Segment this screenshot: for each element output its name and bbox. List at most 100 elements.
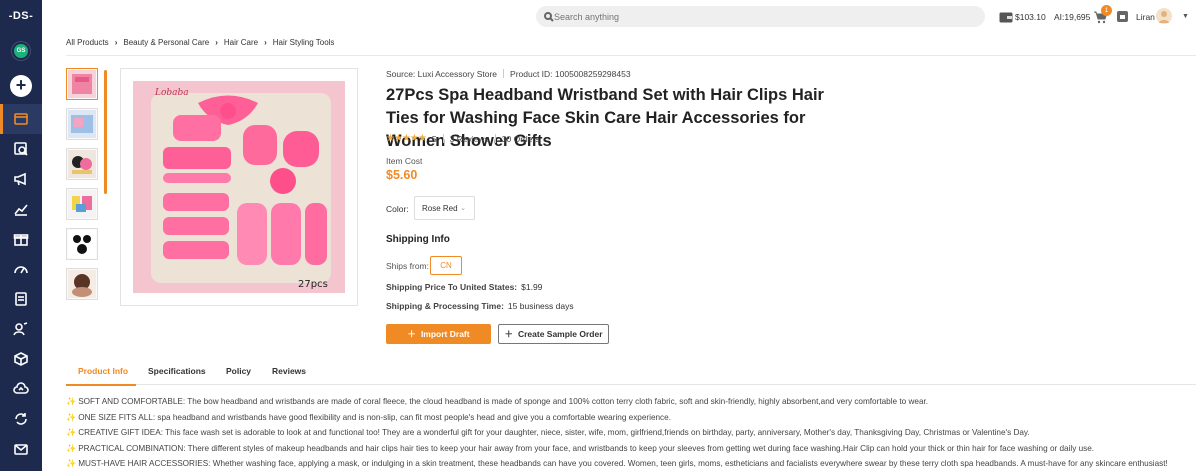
megaphone-icon[interactable] <box>13 171 29 187</box>
description-line: ✨ ONE SIZE FITS ALL: spa headband and wri… <box>66 411 1196 427</box>
color-selected-value: Rose Red <box>422 204 458 213</box>
orders-doc-icon[interactable] <box>13 291 29 307</box>
wallet-balance[interactable]: $103.10 <box>1015 12 1046 22</box>
image-caption: 27pcs <box>298 279 328 290</box>
source-row: Source: Luxi Accessory Store Product ID: … <box>386 69 631 79</box>
import-draft-label: Import Draft <box>420 329 470 339</box>
product-tabs: Product Info Specifications Policy Revie… <box>66 360 1196 386</box>
add-button[interactable]: + <box>10 75 32 97</box>
create-sample-label: Create Sample Order <box>517 329 603 339</box>
chevron-down-icon: ⌄ <box>460 205 466 212</box>
breadcrumb-item[interactable]: Hair Care <box>224 38 258 47</box>
reviews-count[interactable]: 3 Reviews <box>450 134 489 144</box>
breadcrumb-item[interactable]: Beauty & Personal Care <box>123 38 209 47</box>
app-logo[interactable]: -DS- <box>0 10 42 22</box>
box-icon[interactable] <box>13 111 29 127</box>
brand-watermark: Lobaba <box>154 88 189 98</box>
search-icon <box>544 12 554 22</box>
workspace-avatar[interactable]: GS <box>14 44 28 58</box>
source-store-link[interactable]: Source: Luxi Accessory Store <box>386 69 497 79</box>
chevron-right-icon: › <box>264 38 267 47</box>
thumbnail-image[interactable] <box>66 228 98 260</box>
product-main-image[interactable]: Lobaba 27pcs <box>120 68 358 306</box>
gauge-icon[interactable] <box>13 261 29 277</box>
color-select[interactable]: Rose Red ⌄ <box>414 196 475 220</box>
shipping-price-row: Shipping Price To United States: $1.99 <box>386 282 542 292</box>
shipping-price-label: Shipping Price To United States: <box>386 282 518 292</box>
find-products-icon[interactable] <box>13 141 29 157</box>
cart-count-badge: 1 <box>1101 5 1112 16</box>
ai-credits[interactable]: AI:19,695 <box>1054 12 1090 22</box>
people-icon[interactable] <box>13 321 29 337</box>
thumbnail-scrollbar[interactable] <box>104 70 107 194</box>
wallet-icon[interactable] <box>999 11 1013 23</box>
color-label: Color: <box>386 204 409 214</box>
chevron-down-icon[interactable]: ▼ <box>1182 13 1189 20</box>
store-icon[interactable] <box>1116 10 1129 23</box>
item-cost-value: $5.60 <box>386 168 418 182</box>
search-bar[interactable] <box>536 6 985 27</box>
description-line: ✨ MUST-HAVE HAIR ACCESSORIES: Whether was… <box>66 457 1196 473</box>
mail-icon[interactable] <box>13 441 29 457</box>
import-draft-button[interactable]: ＋ Import Draft <box>386 324 491 344</box>
shipping-time-row: Shipping & Processing Time: 15 business d… <box>386 301 574 311</box>
shipping-time-value: 15 business days <box>507 301 574 311</box>
sparkle-icon: ✨ <box>66 443 77 453</box>
ships-from-option[interactable]: CN <box>430 256 462 275</box>
user-avatar[interactable] <box>1156 8 1172 24</box>
description-text: MUST-HAVE HAIR ACCESSORIES: Whether wash… <box>78 459 1168 468</box>
product-photo: Lobaba 27pcs <box>133 81 345 293</box>
chevron-right-icon: › <box>215 38 218 47</box>
description-text: ONE SIZE FITS ALL: spa headband and wris… <box>78 412 671 422</box>
chevron-right-icon: › <box>114 38 118 47</box>
description-line: ✨ SOFT AND COMFORTABLE: The bow headband … <box>66 395 1196 411</box>
tab-specifications[interactable]: Specifications <box>148 366 206 376</box>
sync-icon[interactable] <box>13 411 29 427</box>
sparkle-icon: ✨ <box>66 397 77 406</box>
search-input[interactable] <box>554 7 974 26</box>
description-line: ✨ PRACTICAL COMBINATION: There different … <box>66 442 1196 458</box>
description-text: SOFT AND COMFORTABLE: The bow headband a… <box>78 397 929 406</box>
divider <box>494 134 496 143</box>
product-description: ✨ SOFT AND COMFORTABLE: The bow headband … <box>66 395 1196 473</box>
item-cost-label: Item Cost <box>386 156 423 166</box>
divider <box>66 55 1196 56</box>
sparkle-icon: ✨ <box>66 412 77 422</box>
orders-count: 30 Orders <box>501 133 540 144</box>
sparkle-icon: ✨ <box>66 459 77 468</box>
active-tab-underline <box>66 384 136 386</box>
shipping-info-title: Shipping Info <box>386 234 450 245</box>
sparkle-icon: ✨ <box>66 428 77 437</box>
rating-value: 5 <box>431 133 437 144</box>
tab-reviews[interactable]: Reviews <box>272 366 306 376</box>
plus-icon: ＋ <box>407 329 416 339</box>
thumbnail-image[interactable] <box>66 108 98 140</box>
package-icon[interactable] <box>13 351 29 367</box>
gift-icon[interactable] <box>13 231 29 247</box>
tab-policy[interactable]: Policy <box>226 366 251 376</box>
tab-product-info[interactable]: Product Info <box>78 366 128 376</box>
description-line: ✨ CREATIVE GIFT IDEA: This face wash set … <box>66 426 1196 442</box>
description-text: CREATIVE GIFT IDEA: This face wash set i… <box>78 428 1030 437</box>
divider <box>503 69 505 78</box>
cloud-upload-icon[interactable] <box>13 381 29 397</box>
rating-row: ★★★★★ 5 3 Reviews 30 Orders <box>386 133 540 144</box>
product-id: Product ID: 1005008259298453 <box>510 69 631 79</box>
create-sample-order-button[interactable]: ＋ Create Sample Order <box>498 324 609 344</box>
description-text: PRACTICAL COMBINATION: There different s… <box>78 443 1095 453</box>
top-bar: $103.10 AI:19,695 1 Liran ▼ <box>42 0 1200 34</box>
star-rating-icon: ★★★★★ <box>386 133 427 144</box>
thumbnail-list <box>66 68 102 308</box>
plus-icon: ＋ <box>504 329 513 339</box>
thumbnail-image[interactable] <box>66 188 98 220</box>
user-name[interactable]: Liran <box>1136 12 1155 22</box>
thumbnail-image[interactable] <box>66 268 98 300</box>
breadcrumb-item[interactable]: All Products <box>66 38 109 47</box>
thumbnail-image[interactable] <box>66 68 98 100</box>
breadcrumb-item[interactable]: Hair Styling Tools <box>273 38 335 47</box>
divider <box>442 134 444 143</box>
chart-icon[interactable] <box>13 201 29 217</box>
thumbnail-image[interactable] <box>66 148 98 180</box>
shipping-price-value: $1.99 <box>521 282 543 292</box>
sidebar: -DS- GS + <box>0 0 42 471</box>
